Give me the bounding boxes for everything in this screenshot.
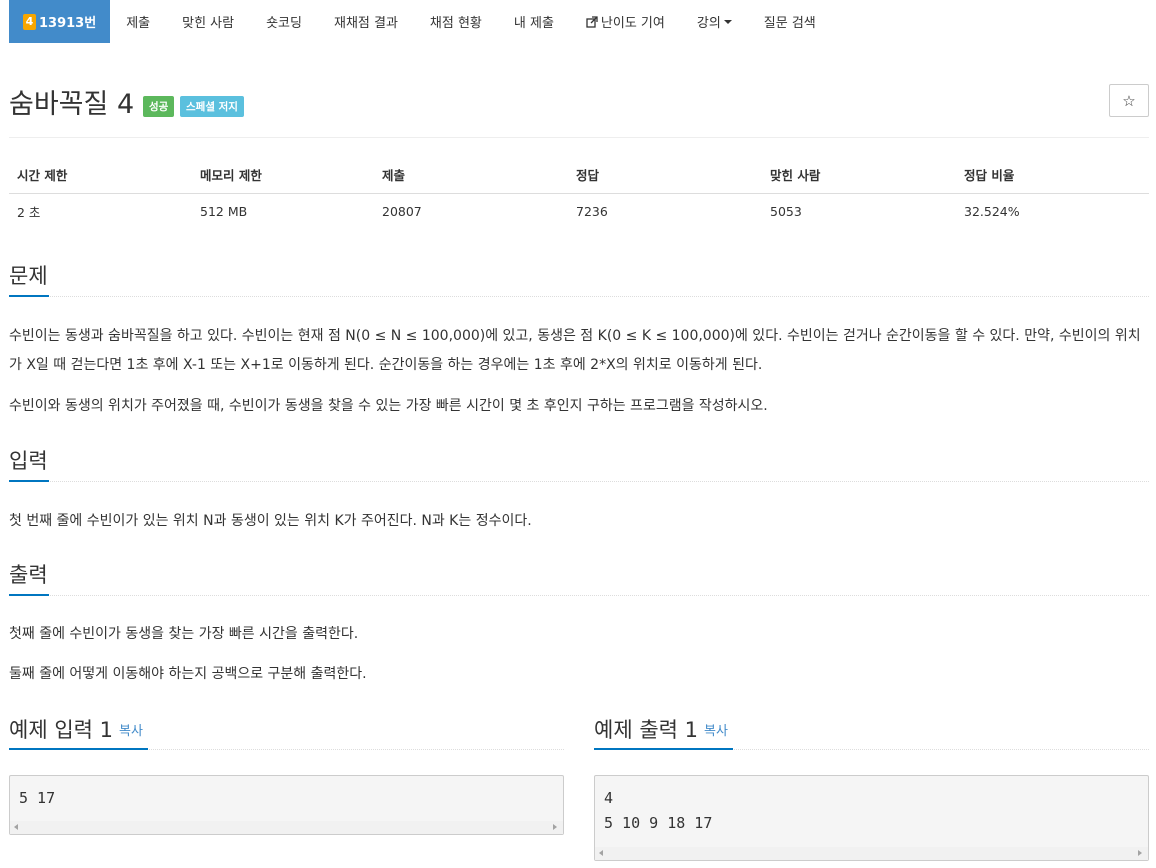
scroll-left-icon[interactable]	[599, 850, 603, 856]
sample-output-box[interactable]: 4 5 10 9 18 17	[594, 775, 1149, 861]
problem-info-table: 시간 제한 메모리 제한 제출 정답 맞힌 사람 정답 비율 2 초 512 M…	[9, 157, 1149, 229]
copy-sample-input-link[interactable]: 복사	[119, 724, 143, 739]
sample-output-title: 예제 출력 1	[594, 718, 698, 742]
sample-input-code: 5 17	[19, 789, 56, 807]
nav-difficulty-contribution[interactable]: 난이도 기여	[570, 0, 681, 43]
description-paragraph-2: 수빈이와 동생의 위치가 주어졌을 때, 수빈이가 동생을 찾을 수 있는 가장…	[9, 398, 768, 414]
nav-question-search[interactable]: 질문 검색	[748, 0, 832, 43]
solved-users-value: 5053	[770, 203, 802, 219]
table-row: 2 초 512 MB 20807 7236 5053 32.524%	[9, 193, 1149, 229]
input-paragraph: 첫 번째 줄에 수빈이가 있는 위치 N과 동생이 있는 위치 K가 주어진다.…	[9, 513, 532, 529]
nav-problem-number[interactable]: 4 13913번	[9, 0, 111, 43]
submissions-value: 20807	[382, 203, 422, 219]
lectures-label: 강의	[696, 16, 721, 31]
problem-menu: 4 13913번 제출 맞힌 사람 숏코딩 재채점 결과 채점 현황 내 제출 …	[9, 0, 1149, 43]
input-heading: 입력	[9, 449, 48, 473]
accept-ratio-value: 32.524%	[964, 203, 1020, 219]
description-heading: 문제	[9, 264, 48, 288]
star-icon: ☆	[1122, 91, 1136, 110]
header-accepted: 정답	[568, 157, 762, 194]
scroll-right-icon[interactable]	[1138, 850, 1142, 856]
time-limit-value: 2 초	[17, 204, 41, 220]
problem-number-label: 13913번	[39, 16, 97, 31]
memory-limit-value: 512 MB	[200, 203, 248, 219]
sample-input-box[interactable]: 5 17	[9, 775, 564, 835]
problem-header: 숨바꼭질 4 성공 스페셜 저지 ☆	[9, 78, 1149, 124]
section-divider	[9, 296, 1149, 297]
header-time-limit: 시간 제한	[9, 157, 192, 194]
nav-lectures-dropdown[interactable]: 강의	[681, 0, 748, 43]
section-underline	[9, 594, 49, 596]
sample-output-code: 4 5 10 9 18 17	[604, 789, 713, 832]
external-link-icon	[586, 15, 598, 28]
nav-my-submissions[interactable]: 내 제출	[498, 0, 570, 43]
difficulty-contribution-label: 난이도 기여	[600, 16, 665, 31]
sample-output-heading: 예제 출력 1 복사	[594, 714, 728, 744]
sample-input-heading: 예제 입력 1 복사	[9, 714, 143, 744]
nav-submit[interactable]: 제출	[110, 0, 166, 43]
divider	[9, 137, 1149, 138]
tier-badge-icon: 4	[23, 13, 36, 30]
section-underline	[9, 480, 49, 482]
section-underline	[9, 748, 148, 750]
caret-down-icon	[723, 19, 732, 24]
output-paragraph-1: 첫째 줄에 수빈이가 동생을 찾는 가장 빠른 시간을 출력한다.	[9, 626, 359, 642]
sample-input-title: 예제 입력 1	[9, 718, 113, 742]
output-heading: 출력	[9, 563, 48, 587]
nav-short-coding[interactable]: 숏코딩	[250, 0, 318, 43]
scroll-left-icon[interactable]	[14, 824, 18, 830]
special-judge-badge: 스페셜 저지	[180, 96, 244, 117]
nav-judge-status[interactable]: 채점 현황	[414, 0, 498, 43]
solved-badge: 성공	[143, 96, 175, 117]
section-divider	[9, 481, 1149, 482]
scroll-right-icon[interactable]	[553, 824, 557, 830]
output-paragraph-2: 둘째 줄에 어떻게 이동해야 하는지 공백으로 구분해 출력한다.	[9, 666, 367, 682]
table-header-row: 시간 제한 메모리 제한 제출 정답 맞힌 사람 정답 비율	[9, 157, 1149, 194]
section-underline	[594, 748, 733, 750]
nav-solved-users[interactable]: 맞힌 사람	[166, 0, 250, 43]
header-accept-ratio: 정답 비율	[956, 157, 1149, 194]
section-underline	[9, 295, 49, 297]
problem-title: 숨바꼭질 4	[9, 89, 135, 120]
nav-rejudge-results[interactable]: 재채점 결과	[318, 0, 414, 43]
star-button[interactable]: ☆	[1109, 84, 1149, 117]
copy-sample-output-link[interactable]: 복사	[704, 724, 728, 739]
horizontal-scrollbar[interactable]	[595, 847, 1148, 860]
section-divider	[9, 595, 1149, 596]
header-memory-limit: 메모리 제한	[192, 157, 374, 194]
description-paragraph-1: 수빈이는 동생과 숨바꼭질을 하고 있다. 수빈이는 현재 점 N(0 ≤ N …	[9, 328, 1141, 373]
header-solved-users: 맞힌 사람	[762, 157, 956, 194]
accepted-value: 7236	[576, 203, 608, 219]
header-submissions: 제출	[374, 157, 568, 194]
horizontal-scrollbar[interactable]	[10, 821, 563, 834]
